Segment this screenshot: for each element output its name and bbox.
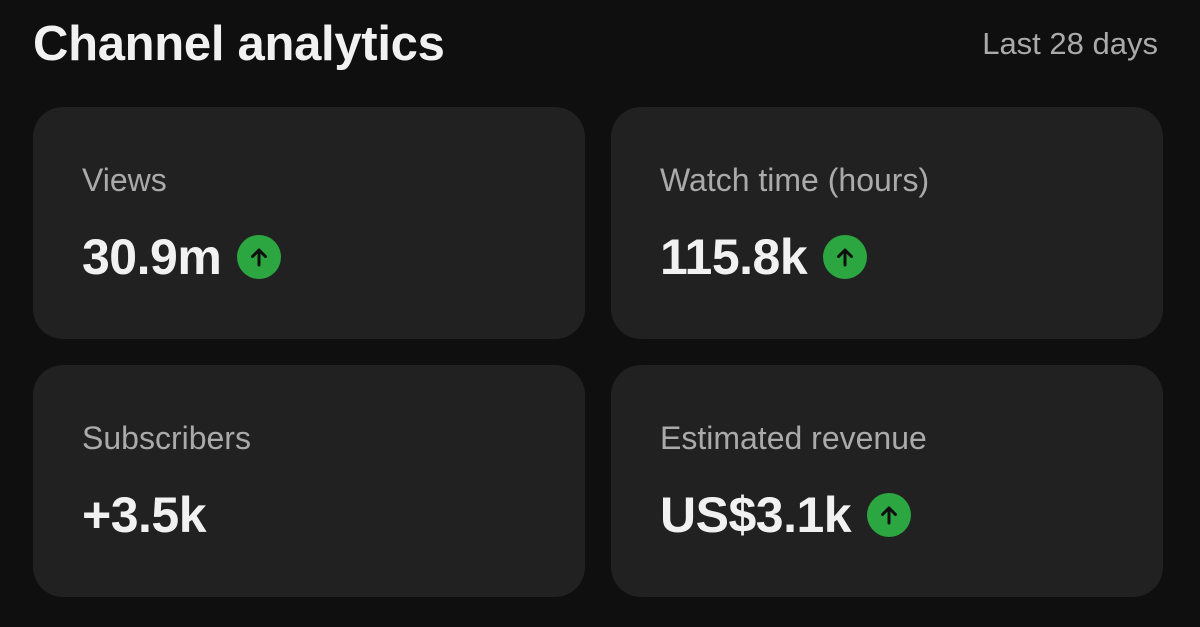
- metric-value-row: 30.9m: [82, 229, 282, 285]
- page-title: Channel analytics: [33, 17, 445, 71]
- metric-label: Watch time (hours): [660, 162, 930, 198]
- trend-up-icon: [237, 235, 282, 279]
- metric-value-row: US$3.1k: [660, 487, 912, 543]
- metric-label: Estimated revenue: [660, 420, 927, 456]
- metric-value-row: +3.5k: [82, 487, 207, 543]
- metric-card-estimated-revenue[interactable]: Estimated revenue US$3.1k: [611, 365, 1163, 597]
- trend-up-icon: [867, 493, 912, 537]
- metric-value: +3.5k: [82, 487, 207, 543]
- metric-card-subscribers[interactable]: Subscribers +3.5k: [33, 365, 585, 597]
- metric-value: 30.9m: [82, 229, 222, 285]
- analytics-header: Channel analytics Last 28 days: [33, 14, 1160, 74]
- metric-card-watch-time[interactable]: Watch time (hours) 115.8k: [611, 107, 1163, 339]
- metric-value: US$3.1k: [660, 487, 852, 543]
- metric-value-row: 115.8k: [660, 229, 868, 285]
- metric-label: Subscribers: [82, 420, 251, 456]
- metric-value: 115.8k: [660, 229, 808, 285]
- metric-label: Views: [82, 162, 167, 198]
- date-range-label[interactable]: Last 28 days: [982, 26, 1160, 62]
- trend-up-icon: [823, 235, 868, 279]
- metric-card-views[interactable]: Views 30.9m: [33, 107, 585, 339]
